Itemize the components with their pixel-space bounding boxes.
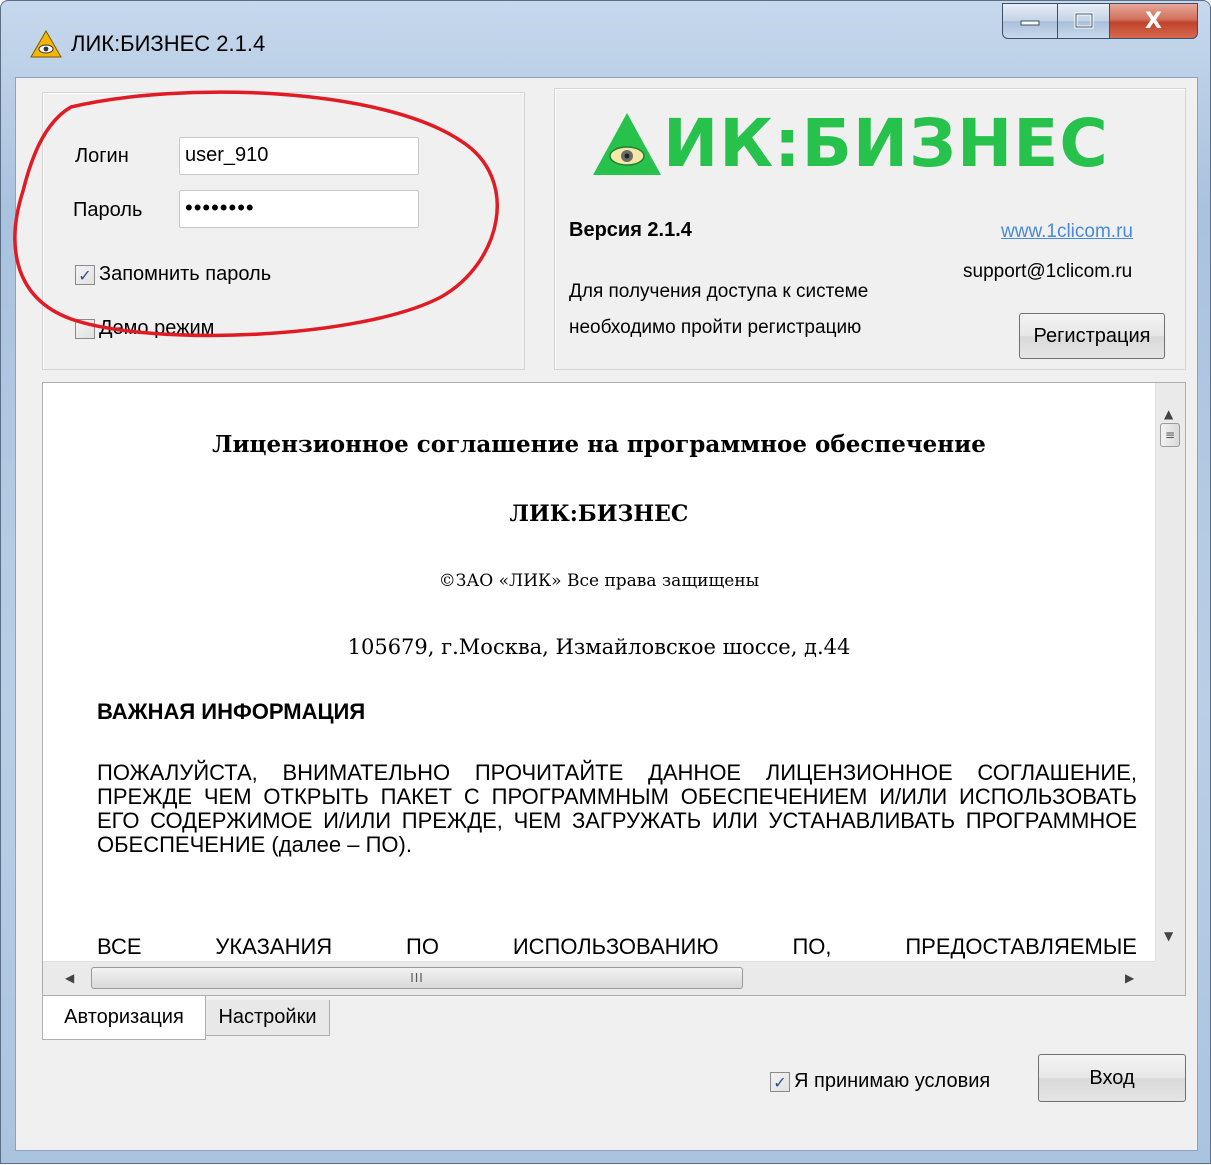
minimize-button[interactable] — [1002, 3, 1058, 39]
tab-settings[interactable]: Настройки — [206, 1000, 330, 1036]
grip-icon: ≡ — [1164, 428, 1176, 442]
access-info-line2: необходимо пройти регистрацию — [569, 317, 862, 338]
license-paragraph-1: ПОЖАЛУЙСТА, ВНИМАТЕЛЬНО ПРОЧИТАЙТЕ ДАННО… — [97, 760, 1137, 857]
close-icon: X — [1145, 8, 1162, 34]
license-address: 105679, г.Москва, Измайловское шоссе, д.… — [347, 635, 851, 659]
tab-authorization[interactable]: Авторизация — [42, 996, 206, 1040]
close-button[interactable]: X — [1110, 3, 1198, 39]
password-input[interactable]: •••••••• — [179, 190, 419, 228]
important-heading: ВАЖНАЯ ИНФОРМАЦИЯ — [97, 699, 366, 724]
access-info-line1: Для получения доступа к системе — [569, 281, 869, 302]
accept-terms-label[interactable]: Я принимаю условия — [794, 1070, 990, 1093]
password-label: Пароль — [73, 199, 143, 221]
support-email: support@1clicom.ru — [963, 261, 1133, 282]
vertical-scroll-thumb[interactable]: ≡ — [1160, 423, 1180, 447]
vertical-scrollbar[interactable]: ▲ ≡ ▼ — [1155, 383, 1185, 961]
maximize-icon — [1074, 12, 1093, 29]
grip-icon: III — [410, 971, 424, 985]
demo-mode-checkbox[interactable] — [75, 319, 95, 339]
accept-terms-checkbox[interactable]: ✓ — [770, 1072, 790, 1092]
app-logo-icon — [30, 29, 62, 58]
maximize-button[interactable] — [1058, 3, 1110, 39]
license-copyright: ©ЗАО «ЛИК» Все права защищены — [438, 571, 760, 591]
title-bar[interactable]: ЛИК:БИЗНЕС 2.1.4 X — [1, 1, 1210, 77]
caption-buttons: X — [1002, 3, 1198, 41]
login-label: Логин — [75, 145, 129, 167]
checkmark-icon: ✓ — [773, 1072, 787, 1092]
eye-triangle-logo-icon — [593, 113, 661, 175]
horizontal-scrollbar[interactable]: ◀ III ▶ — [43, 961, 1155, 995]
license-agreement-viewer[interactable]: Лицензионное соглашение на программное о… — [42, 382, 1186, 996]
website-link[interactable]: www.1clicom.ru — [1001, 221, 1133, 243]
checkmark-icon: ✓ — [78, 265, 92, 285]
license-paragraph-2: ВСЕ УКАЗАНИЯ ПО ИСПОЛЬЗОВАНИЮ ПО, ПРЕДОС… — [97, 934, 1137, 959]
login-group: Логин user_910 Пароль •••••••• ✓ Запомни… — [42, 92, 525, 370]
remember-password-checkbox[interactable]: ✓ — [75, 265, 95, 285]
horizontal-scroll-thumb[interactable]: III — [91, 967, 743, 989]
license-text-area: Лицензионное соглашение на программное о… — [43, 383, 1155, 961]
demo-mode-label[interactable]: Демо режим — [99, 317, 214, 340]
scrollbar-corner — [1155, 961, 1185, 995]
version-label: Версия 2.1.4 — [569, 219, 692, 241]
minimize-icon — [1020, 20, 1040, 26]
product-logo: ИК:БИЗНЕС — [591, 105, 1109, 183]
scroll-up-icon[interactable]: ▲ — [1164, 407, 1173, 421]
scroll-left-icon[interactable]: ◀ — [65, 971, 74, 985]
license-product-name: ЛИК:БИЗНЕС — [509, 501, 689, 527]
info-group: ИК:БИЗНЕС Версия 2.1.4 www.1clicom.ru su… — [554, 88, 1186, 370]
scroll-down-icon[interactable]: ▼ — [1164, 929, 1173, 943]
license-title: Лицензионное соглашение на программное о… — [212, 431, 986, 458]
main-panel: Логин user_910 Пароль •••••••• ✓ Запомни… — [15, 77, 1198, 1151]
register-button[interactable]: Регистрация — [1019, 313, 1165, 359]
login-input[interactable]: user_910 — [179, 137, 419, 175]
app-window: ЛИК:БИЗНЕС 2.1.4 X Логин user_910 Пароль… — [0, 0, 1211, 1164]
window-title: ЛИК:БИЗНЕС 2.1.4 — [71, 31, 266, 56]
remember-password-label[interactable]: Запомнить пароль — [99, 263, 271, 286]
scroll-right-icon[interactable]: ▶ — [1125, 971, 1134, 985]
login-button[interactable]: Вход — [1038, 1054, 1186, 1102]
logo-text: ИК:БИЗНЕС — [663, 105, 1109, 182]
